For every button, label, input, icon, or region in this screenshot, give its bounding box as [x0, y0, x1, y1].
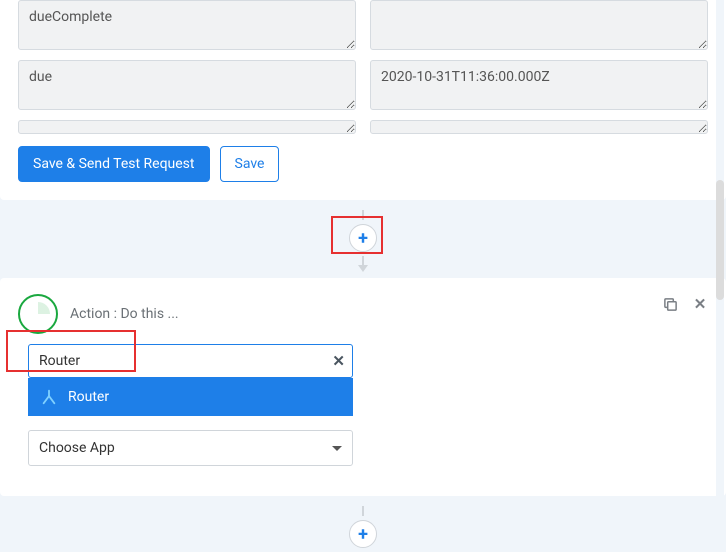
action-panel: ✕ Action : Do this ... ✕ Router Choose A… — [0, 278, 726, 496]
clear-search-icon[interactable]: ✕ — [332, 352, 345, 370]
connector: + — [0, 200, 726, 278]
button-row: Save & Send Test Request Save — [18, 146, 708, 182]
copy-icon[interactable] — [662, 296, 678, 312]
close-icon[interactable]: ✕ — [692, 296, 708, 312]
add-step-button[interactable]: + — [349, 224, 377, 252]
field-key-empty[interactable] — [18, 120, 356, 134]
field-key-due[interactable] — [18, 60, 356, 110]
connector-line — [362, 210, 364, 220]
connector-line — [362, 506, 364, 516]
field-row-empty — [18, 120, 708, 134]
field-row — [18, 0, 708, 50]
page-scrollbar-thumb[interactable] — [716, 180, 724, 300]
add-step-button-bottom[interactable]: + — [349, 520, 377, 548]
field-value-duecomplete[interactable] — [370, 0, 708, 50]
save-button[interactable]: Save — [220, 146, 280, 182]
dropdown-option-router[interactable]: Router — [28, 378, 353, 416]
action-header: Action : Do this ... — [18, 294, 708, 334]
action-title: Action : Do this ... — [70, 306, 179, 322]
field-key-duecomplete[interactable] — [18, 0, 356, 50]
router-icon — [40, 388, 58, 406]
arrow-down-icon — [358, 265, 368, 272]
choose-app-select[interactable]: Choose App — [28, 430, 353, 466]
connector-bottom: + — [0, 496, 726, 552]
app-search: ✕ — [28, 344, 353, 378]
choose-app-label: Choose App — [39, 440, 115, 456]
app-avatar — [18, 294, 58, 334]
page-scrollbar-track — [716, 0, 724, 500]
panel-actions: ✕ — [662, 296, 708, 312]
field-value-due[interactable] — [370, 60, 708, 110]
dropdown-option-label: Router — [68, 389, 109, 405]
field-value-empty[interactable] — [370, 120, 708, 134]
chevron-down-icon — [332, 446, 342, 451]
save-send-test-button[interactable]: Save & Send Test Request — [18, 146, 210, 182]
field-row — [18, 60, 708, 110]
request-fields-panel: Save & Send Test Request Save — [0, 0, 726, 200]
app-search-input[interactable] — [28, 344, 353, 378]
